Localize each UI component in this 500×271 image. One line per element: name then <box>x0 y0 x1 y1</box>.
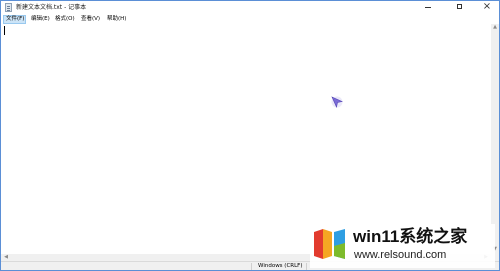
status-line-ending: Windows (CRLF) <box>258 263 303 269</box>
mouse-cursor-icon <box>331 96 343 108</box>
status-divider <box>306 263 307 270</box>
site-watermark: win11系统之家 www.relsound.com <box>310 224 495 268</box>
minimize-button[interactable] <box>417 1 439 14</box>
vertical-scrollbar[interactable]: ▲ ▼ <box>491 24 499 254</box>
notepad-icon <box>5 3 12 12</box>
menu-file[interactable]: 文件(F) <box>3 15 26 24</box>
scroll-left-icon[interactable]: ◀ <box>2 254 10 261</box>
minimize-icon <box>425 7 431 8</box>
close-button[interactable]: × <box>475 1 497 14</box>
text-editor-area[interactable] <box>1 24 491 254</box>
close-icon: × <box>482 1 492 12</box>
menu-edit[interactable]: 编辑(E) <box>29 15 50 24</box>
text-caret <box>4 26 5 35</box>
title-bar[interactable]: 新建文本文档.txt - 记事本 × <box>1 1 499 14</box>
menu-bar: 文件(F) 编辑(E) 格式(O) 查看(V) 帮助(H) <box>1 14 499 24</box>
watermark-title: win11系统之家 <box>353 227 468 246</box>
window-title: 新建文本文档.txt - 记事本 <box>16 4 87 11</box>
menu-format[interactable]: 格式(O) <box>53 15 75 24</box>
watermark-url: www.relsound.com <box>354 249 447 261</box>
menu-view[interactable]: 查看(V) <box>79 15 101 24</box>
menu-help[interactable]: 帮助(H) <box>105 15 127 24</box>
scroll-up-icon[interactable]: ▲ <box>491 24 499 31</box>
maximize-button[interactable] <box>449 1 471 14</box>
maximize-icon <box>457 4 462 9</box>
win11-logo-icon <box>314 229 345 259</box>
status-divider <box>251 263 252 270</box>
